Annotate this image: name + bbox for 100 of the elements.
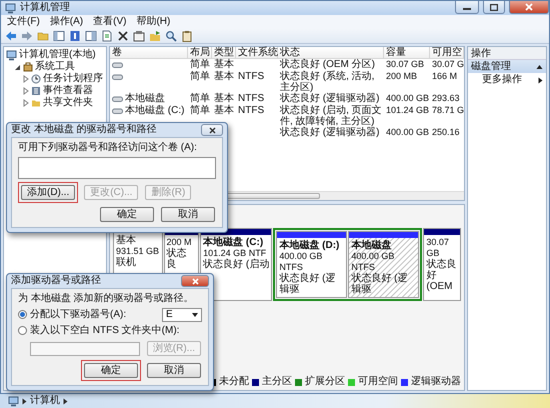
column-header[interactable]: 可用空 [430, 47, 464, 59]
dialog-button[interactable]: 添加(D)... [18, 182, 78, 203]
column-header[interactable]: 类型 [212, 47, 236, 59]
column-header[interactable]: 布局 [188, 47, 212, 59]
column-header[interactable]: 状态 [278, 47, 384, 59]
dialog-title: 添加驱动器号或路径 [11, 275, 101, 287]
dialog-button[interactable]: 取消 [160, 206, 216, 223]
pane-icon[interactable] [85, 30, 97, 42]
collapsed-arrow-icon[interactable] [22, 75, 29, 83]
table-cell: 基本 [214, 59, 234, 70]
table-cell: 400.00 GB [386, 93, 430, 103]
table-cell: 基本 [214, 71, 234, 82]
actions-section[interactable]: 磁盘管理 [468, 60, 546, 73]
column-header[interactable]: 容量 [384, 47, 430, 59]
clipboard-icon[interactable] [181, 30, 193, 42]
disk-info: 基本 [116, 235, 137, 246]
legend-label: 逻辑驱动器 [411, 376, 461, 388]
table-cell: 78.71 G [432, 105, 464, 115]
table-cell: 30.07 GB [386, 59, 424, 69]
drive-letter-dropdown[interactable]: E [162, 308, 202, 322]
menu-item[interactable]: 查看(V) [93, 16, 126, 28]
document-icon[interactable] [101, 30, 113, 42]
tree-item[interactable]: 计算机管理(本地) [19, 49, 96, 61]
table-cell: 250.16 [432, 127, 460, 137]
table-cell: 基本 [214, 93, 234, 104]
submenu-arrow-icon [538, 76, 543, 84]
legend-label: 可用空间 [358, 376, 398, 388]
disk-info: 联机 [116, 257, 137, 268]
table-cell: 101.24 GB [386, 105, 430, 115]
dialog-button[interactable]: 取消 [146, 362, 202, 379]
dialog-label: 可用下列驱动器号和路径访问这个卷 (A): [18, 142, 198, 154]
tree-item[interactable]: 任务计划程序 [43, 73, 103, 85]
table-cell: 简单 [190, 93, 210, 104]
breadcrumb-arrow-icon [63, 398, 68, 404]
partition[interactable]: 本地磁盘 400.00 GB NTFS 状态良好 (逻辑驱 [349, 238, 418, 297]
app-icon [5, 2, 16, 14]
table-cell: 简单 [190, 59, 210, 70]
disk-info: 931.51 GB [116, 246, 160, 256]
close-icon [192, 278, 198, 284]
path-list-box[interactable] [18, 157, 216, 179]
menu-item[interactable]: 文件(F) [7, 16, 40, 28]
partition-info: 状态良 [166, 248, 188, 270]
clock-icon [31, 74, 41, 84]
radio-button[interactable] [18, 310, 27, 319]
menu-item[interactable]: 操作(A) [50, 16, 84, 28]
maximize-icon [490, 4, 498, 10]
folder-icon[interactable] [149, 30, 161, 42]
collapsed-arrow-icon[interactable] [22, 87, 29, 95]
table-cell: 293.63 [432, 93, 460, 103]
close-button[interactable] [201, 124, 223, 136]
actions-header: 操作 [468, 47, 546, 60]
partition-info: 101.24 GB NTF [203, 248, 266, 258]
minimize-button[interactable] [455, 1, 479, 14]
partition-info: 200 M [166, 237, 192, 248]
close-icon [208, 126, 216, 134]
window-title: 计算机管理 [20, 2, 70, 14]
close-icon [525, 3, 533, 11]
table-cell: 166 M [432, 71, 458, 81]
table-cell: 基本 [214, 105, 234, 116]
tree-item[interactable]: 事件查看器 [43, 85, 93, 97]
table-cell: 本地磁盘 [125, 93, 165, 104]
partition-info: 400.00 GB NTFS [351, 251, 396, 272]
collapsed-arrow-icon[interactable] [22, 99, 29, 107]
partition-info: 状态良好 (启动 [203, 259, 270, 270]
radio-button[interactable] [18, 326, 27, 335]
table-cell: NTFS [238, 105, 264, 116]
breadcrumb-item[interactable]: 计算机 [30, 395, 60, 407]
tree-item[interactable]: 共享文件夹 [43, 97, 93, 109]
partition-info: 400.00 GB NTFS [279, 251, 324, 272]
partition-info: 30.07 GB [426, 237, 450, 258]
magnifier-icon[interactable] [165, 30, 177, 42]
delete-icon[interactable] [117, 30, 129, 42]
properties-icon[interactable] [133, 30, 145, 42]
back-arrow-icon[interactable] [5, 30, 17, 42]
folder-icon [31, 98, 41, 108]
table-cell: 200 MB [386, 71, 418, 81]
breadcrumb-arrow-icon [22, 398, 27, 404]
action-item[interactable]: 更多操作 [482, 74, 522, 86]
maximize-button[interactable] [483, 1, 505, 14]
table-cell: NTFS [238, 71, 264, 82]
legend-label: 主分区 [262, 376, 292, 388]
toolbox-icon [23, 62, 33, 72]
menu-item[interactable]: 帮助(H) [136, 16, 170, 28]
computer-icon [8, 396, 19, 406]
partition-info: 状态良好 (OEM [426, 259, 458, 292]
table-cell: 简单 [190, 71, 210, 82]
help-icon[interactable] [69, 30, 81, 42]
column-header[interactable]: 卷 [110, 47, 188, 59]
expanded-arrow-icon[interactable] [14, 63, 21, 71]
computer-icon [6, 50, 17, 60]
table-cell: 状态良好 (启动, 页面文件, 故障转储, 主分区) [280, 105, 382, 127]
radio-label: 装入以下空白 NTFS 文件夹中(M): [30, 324, 180, 336]
forward-arrow-icon[interactable] [21, 30, 33, 42]
dialog-button[interactable]: 确定 [81, 360, 141, 381]
radio-label: 分配以下驱动器号(A): [30, 308, 126, 320]
column-header[interactable]: 文件系统 [236, 47, 278, 59]
tree-item[interactable]: 系统工具 [35, 61, 75, 73]
pane-icon[interactable] [53, 30, 65, 42]
dialog-button[interactable]: 确定 [99, 206, 155, 223]
caret-down-icon [192, 312, 198, 316]
